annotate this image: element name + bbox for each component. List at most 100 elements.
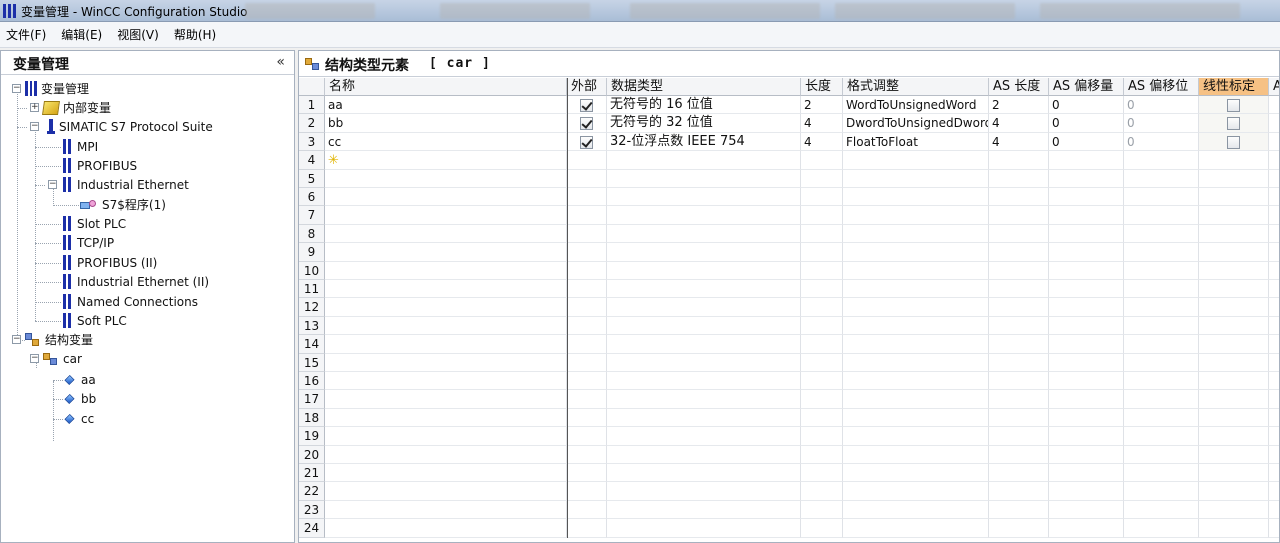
empty-cell[interactable] (607, 151, 801, 170)
tree-node-s7-program-connection[interactable]: S7$程序(1) (80, 195, 166, 214)
empty-cell[interactable] (801, 335, 843, 354)
empty-cell[interactable] (843, 372, 989, 391)
tree-node-slot-plc[interactable]: Slot PLC (63, 214, 126, 233)
empty-cell[interactable] (1199, 445, 1269, 464)
empty-cell[interactable] (801, 482, 843, 501)
empty-cell[interactable] (1049, 445, 1124, 464)
empty-cell[interactable] (801, 519, 843, 538)
empty-cell[interactable] (607, 464, 801, 483)
tree-node-profibus-ii[interactable]: PROFIBUS (II) (63, 253, 157, 272)
menu-edit[interactable]: 编辑(E) (61, 26, 102, 43)
format-cell[interactable]: FloatToFloat (843, 132, 989, 152)
empty-cell[interactable] (843, 500, 989, 520)
empty-cell[interactable] (843, 353, 989, 372)
empty-cell[interactable] (607, 335, 801, 354)
empty-cell[interactable] (1049, 280, 1124, 299)
empty-cell[interactable] (1049, 372, 1124, 391)
linear-scaling-checkbox[interactable] (1227, 135, 1240, 149)
empty-cell[interactable] (607, 519, 801, 538)
empty-cell[interactable] (1199, 519, 1269, 538)
as-truncated-cell[interactable] (1269, 114, 1279, 133)
empty-cell[interactable] (1199, 316, 1269, 336)
collapse-toggle[interactable]: − (12, 84, 21, 93)
empty-cell[interactable] (801, 500, 843, 520)
tree-node-s7-protocol-suite[interactable]: SIMATIC S7 Protocol Suite (47, 117, 213, 136)
empty-cell[interactable] (567, 261, 607, 280)
tree-node-mpi[interactable]: MPI (63, 137, 98, 156)
empty-cell[interactable] (843, 335, 989, 354)
empty-cell[interactable] (1049, 224, 1124, 244)
empty-cell[interactable] (607, 224, 801, 244)
empty-cell[interactable] (1199, 151, 1269, 170)
empty-cell[interactable] (567, 372, 607, 391)
tree-node-tag-management[interactable]: 变量管理 (25, 79, 89, 98)
empty-cell[interactable] (1124, 427, 1199, 446)
empty-cell[interactable] (1049, 482, 1124, 501)
empty-cell[interactable] (1269, 409, 1279, 428)
empty-cell[interactable] (607, 372, 801, 391)
empty-cell[interactable] (607, 243, 801, 262)
empty-cell[interactable] (567, 335, 607, 354)
empty-cell[interactable] (1124, 464, 1199, 483)
empty-cell[interactable] (325, 427, 567, 446)
format-cell[interactable]: DwordToUnsignedDword (843, 114, 989, 133)
empty-cell[interactable] (325, 335, 567, 354)
empty-cell[interactable] (325, 353, 567, 372)
name-cell[interactable]: aa (325, 96, 567, 115)
row-number[interactable]: 18 (299, 408, 325, 428)
empty-cell[interactable] (989, 427, 1049, 446)
empty-cell[interactable] (325, 280, 567, 299)
empty-cell[interactable] (1269, 298, 1279, 317)
empty-cell[interactable] (1199, 335, 1269, 354)
empty-cell[interactable] (1049, 206, 1124, 225)
column-header-linear-scaling[interactable]: 线性标定 (1199, 78, 1269, 96)
external-cell[interactable] (567, 132, 607, 152)
as-length-cell[interactable]: 4 (989, 132, 1049, 152)
tree-node-bb[interactable]: bb (64, 389, 96, 408)
empty-cell[interactable] (1199, 408, 1269, 428)
empty-cell[interactable] (1124, 206, 1199, 225)
tree-node-structure-tags[interactable]: 结构变量 (25, 330, 93, 349)
menu-view[interactable]: 视图(V) (117, 26, 159, 43)
name-cell[interactable]: cc (325, 132, 567, 152)
empty-cell[interactable] (1049, 316, 1124, 336)
empty-cell[interactable] (1269, 446, 1279, 464)
column-header-data-type[interactable]: 数据类型 (607, 78, 801, 96)
row-number[interactable]: 15 (299, 353, 325, 372)
empty-cell[interactable] (801, 243, 843, 262)
as-truncated-cell[interactable] (1269, 133, 1279, 152)
empty-cell[interactable] (843, 519, 989, 538)
expand-toggle[interactable]: + (30, 103, 39, 112)
empty-cell[interactable] (1124, 335, 1199, 354)
empty-cell[interactable] (1124, 298, 1199, 317)
tree-node-internal-tags[interactable]: 内部变量 (42, 98, 111, 117)
empty-cell[interactable] (1269, 280, 1279, 299)
empty-cell[interactable] (1199, 188, 1269, 207)
empty-cell[interactable] (567, 298, 607, 317)
as-bit-offset-cell[interactable]: 0 (1124, 114, 1199, 133)
empty-cell[interactable] (1049, 151, 1124, 170)
column-header-format[interactable]: 格式调整 (843, 78, 989, 96)
empty-cell[interactable] (1199, 169, 1269, 188)
row-number[interactable]: 7 (299, 206, 325, 225)
as-bit-offset-cell[interactable]: 0 (1124, 132, 1199, 152)
empty-cell[interactable] (607, 206, 801, 225)
empty-cell[interactable] (567, 206, 607, 225)
column-header-name[interactable]: 名称 (325, 78, 567, 96)
external-cell[interactable] (567, 96, 607, 115)
empty-cell[interactable] (607, 261, 801, 280)
empty-cell[interactable] (567, 519, 607, 538)
empty-cell[interactable] (843, 298, 989, 317)
empty-cell[interactable] (1124, 169, 1199, 188)
empty-cell[interactable] (1049, 335, 1124, 354)
empty-cell[interactable] (989, 188, 1049, 207)
empty-cell[interactable] (1269, 354, 1279, 372)
empty-cell[interactable] (1269, 243, 1279, 262)
empty-cell[interactable] (1124, 188, 1199, 207)
empty-cell[interactable] (567, 224, 607, 244)
empty-cell[interactable] (1269, 390, 1279, 409)
tree-node-named-connections[interactable]: Named Connections (63, 292, 198, 311)
menu-file[interactable]: 文件(F) (6, 26, 46, 43)
empty-cell[interactable] (801, 298, 843, 317)
empty-cell[interactable] (567, 464, 607, 483)
